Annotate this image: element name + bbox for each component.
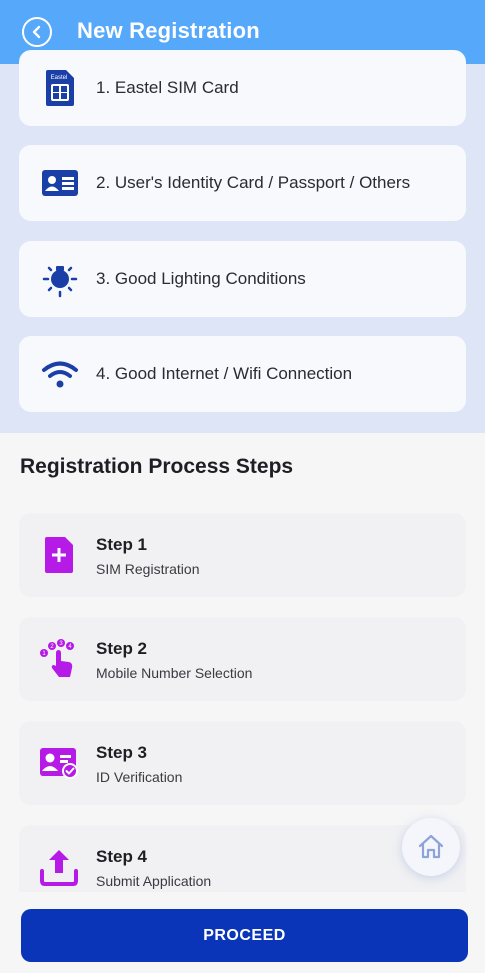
step-card-3: Step 3 ID Verification [19,721,466,805]
sim-card-icon: Eastel [41,69,79,107]
proceed-button[interactable]: PROCEED [21,909,468,962]
step-description: SIM Registration [96,561,200,577]
upload-icon [39,847,79,887]
id-card-icon [41,164,79,202]
requirement-label: 1. Eastel SIM Card [96,78,239,97]
requirements-section: Eastel 1. Eastel SIM Card 2. User's Iden… [0,50,485,433]
requirement-label: 2. User's Identity Card / Passport / Oth… [96,173,411,192]
requirement-item-id-card: 2. User's Identity Card / Passport / Oth… [19,145,466,221]
step-description: ID Verification [96,769,183,785]
home-button[interactable] [402,818,460,876]
requirement-item-sim-card: Eastel 1. Eastel SIM Card [19,50,466,126]
step-description: Mobile Number Selection [96,665,253,681]
back-button[interactable] [22,17,52,47]
home-icon [418,834,444,859]
requirement-item-internet: 4. Good Internet / Wifi Connection [19,336,466,412]
number-select-icon: 1 2 3 4 [39,639,79,679]
step-name: Step 1 [96,535,148,554]
requirement-label: 4. Good Internet / Wifi Connection [96,364,353,383]
requirement-item-lighting: 3. Good Lighting Conditions [19,241,466,317]
step-name: Step 4 [96,847,148,866]
step-description: Submit Application [96,873,212,889]
chevron-left-icon [32,25,41,39]
step-card-2: 1 2 3 4 Step 2 Mobile Number Selection [19,617,466,701]
id-verify-icon [39,743,79,783]
step-name: Step 2 [96,639,148,658]
page-title: New Registration [77,18,260,43]
add-document-icon [39,535,79,575]
steps-section-title: Registration Process Steps [20,455,294,478]
light-bulb-icon [41,260,79,298]
svg-text:Eastel: Eastel [51,75,68,81]
wifi-icon [41,355,79,393]
requirement-label: 3. Good Lighting Conditions [96,269,306,288]
step-card-1: Step 1 SIM Registration [19,513,466,597]
step-name: Step 3 [96,743,148,762]
